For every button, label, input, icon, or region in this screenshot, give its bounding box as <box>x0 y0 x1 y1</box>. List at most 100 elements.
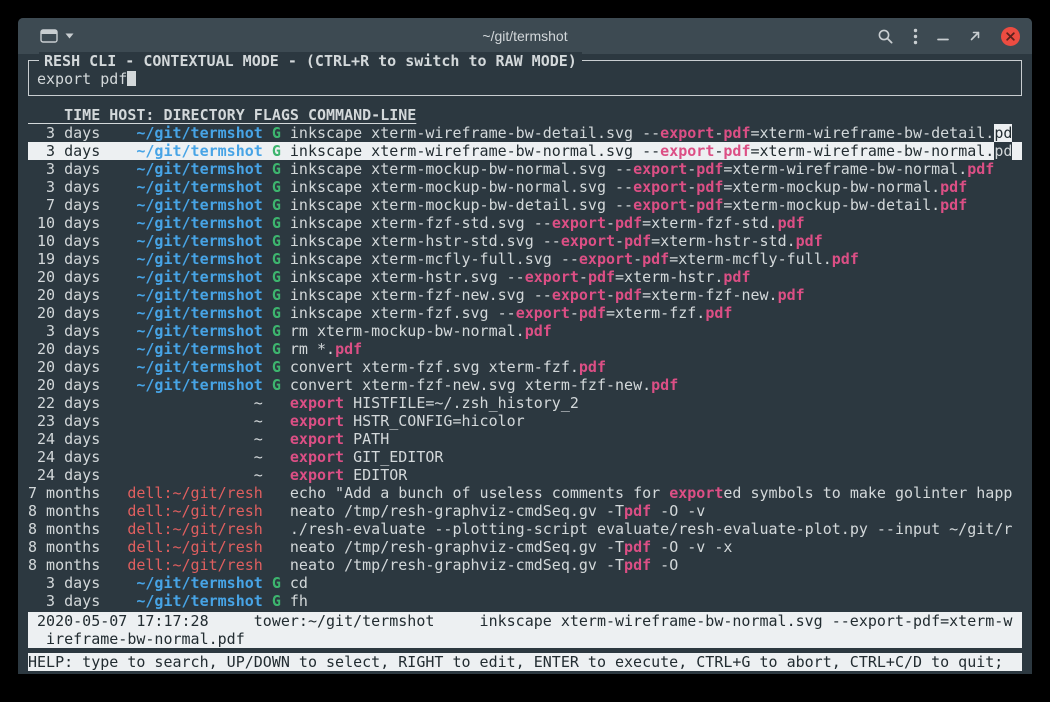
search-button[interactable] <box>877 28 894 45</box>
history-row[interactable]: 3 days ~/git/termshot G cd <box>28 574 1022 592</box>
history-row[interactable]: 7 days ~/git/termshot G inkscape xterm-m… <box>28 196 1022 214</box>
row-directory: ~/git/termshot <box>136 268 262 286</box>
row-time: 19 days <box>28 250 100 268</box>
row-time: 23 days <box>28 412 100 430</box>
row-flags <box>272 448 281 466</box>
row-command: fh <box>290 592 308 610</box>
row-directory: ~/git/termshot <box>136 322 262 340</box>
detail-pane: 2020-05-07 17:17:28 tower:~/git/termshot… <box>28 612 1022 648</box>
history-row[interactable]: 20 days ~/git/termshot G inkscape xterm-… <box>28 268 1022 286</box>
row-directory: ~ <box>254 448 263 466</box>
terminal-tab-icon <box>40 29 58 43</box>
history-row[interactable]: 3 days ~/git/termshot G inkscape xterm-w… <box>28 142 1022 160</box>
row-time: 10 days <box>28 214 100 232</box>
mode-title: RESH CLI - CONTEXTUAL MODE - (CTRL+R to … <box>39 52 582 70</box>
history-row[interactable]: 19 days ~/git/termshot G inkscape xterm-… <box>28 250 1022 268</box>
row-flags <box>272 430 281 448</box>
row-directory: ~/git/termshot <box>136 358 262 376</box>
history-list: 3 days ~/git/termshot G inkscape xterm-w… <box>28 124 1022 610</box>
history-row[interactable]: 3 days ~/git/termshot G inkscape xterm-w… <box>28 124 1022 142</box>
history-row[interactable]: 20 days ~/git/termshot G convert xterm-f… <box>28 358 1022 376</box>
history-row[interactable]: 8 months dell:~/git/resh neato /tmp/resh… <box>28 556 1022 574</box>
row-directory: ~/git/resh <box>173 538 263 556</box>
history-row[interactable]: 22 days ~ export HISTFILE=~/.zsh_history… <box>28 394 1022 412</box>
history-row[interactable]: 3 days ~/git/termshot G inkscape xterm-m… <box>28 178 1022 196</box>
row-flags <box>272 394 281 412</box>
row-directory: ~/git/termshot <box>136 304 262 322</box>
minimize-icon <box>937 30 949 42</box>
terminal-content: RESH CLI - CONTEXTUAL MODE - (CTRL+R to … <box>18 54 1032 674</box>
row-command: ./resh-evaluate --plotting-script evalua… <box>290 520 1012 538</box>
row-command: inkscape xterm-fzf-new.svg --export-pdf=… <box>290 286 805 304</box>
row-time: 3 days <box>28 142 100 160</box>
history-row[interactable]: 20 days ~/git/termshot G inkscape xterm-… <box>28 304 1022 322</box>
row-time: 20 days <box>28 376 100 394</box>
history-row[interactable]: 3 days ~/git/termshot G rm xterm-mockup-… <box>28 322 1022 340</box>
history-row[interactable]: 24 days ~ export GIT_EDITOR <box>28 448 1022 466</box>
row-flags: G <box>272 214 281 232</box>
maximize-button[interactable] <box>968 29 982 43</box>
row-directory: ~/git/resh <box>173 520 263 538</box>
menu-button[interactable] <box>913 28 918 45</box>
row-flags: G <box>272 340 281 358</box>
tab-menu-button[interactable] <box>40 29 58 43</box>
history-row[interactable]: 3 days ~/git/termshot G fh <box>28 592 1022 610</box>
close-button[interactable] <box>1001 27 1020 46</box>
row-time: 20 days <box>28 268 100 286</box>
history-row[interactable]: 20 days ~/git/termshot G convert xterm-f… <box>28 376 1022 394</box>
row-directory: ~/git/resh <box>173 556 263 574</box>
row-directory: ~/git/termshot <box>136 214 262 232</box>
text-cursor <box>127 71 136 86</box>
titlebar: ~/git/termshot <box>18 18 1032 54</box>
minimize-button[interactable] <box>937 30 949 42</box>
row-flags <box>272 466 281 484</box>
row-directory: ~/git/termshot <box>136 142 262 160</box>
row-time: 24 days <box>28 430 100 448</box>
row-time: 20 days <box>28 340 100 358</box>
row-flags <box>272 412 281 430</box>
row-flags: G <box>272 142 281 160</box>
row-time: 8 months <box>28 556 100 574</box>
history-row[interactable]: 20 days ~/git/termshot G inkscape xterm-… <box>28 286 1022 304</box>
row-command: rm xterm-mockup-bw-normal.pdf <box>290 322 552 340</box>
row-command: rm *.pdf <box>290 340 362 358</box>
history-row[interactable]: 20 days ~/git/termshot G rm *.pdf <box>28 340 1022 358</box>
row-time: 3 days <box>28 124 100 142</box>
history-row[interactable]: 23 days ~ export HSTR_CONFIG=hicolor <box>28 412 1022 430</box>
row-command: export GIT_EDITOR <box>290 448 444 466</box>
row-command: inkscape xterm-wireframe-bw-normal.svg -… <box>290 142 1012 160</box>
row-command: inkscape xterm-mockup-bw-normal.svg --ex… <box>290 160 994 178</box>
search-box: RESH CLI - CONTEXTUAL MODE - (CTRL+R to … <box>28 60 1022 96</box>
row-directory: ~/git/termshot <box>136 160 262 178</box>
row-flags: G <box>272 286 281 304</box>
history-row[interactable]: 8 months dell:~/git/resh ./resh-evaluate… <box>28 520 1022 538</box>
row-directory: ~/git/termshot <box>136 178 262 196</box>
search-query-input[interactable]: export pdf <box>37 70 1013 88</box>
row-flags <box>272 520 281 538</box>
row-command: cd <box>290 574 308 592</box>
row-flags: G <box>272 322 281 340</box>
history-row[interactable]: 8 months dell:~/git/resh neato /tmp/resh… <box>28 502 1022 520</box>
table-header: TIME HOST: DIRECTORY FLAGS COMMAND-LINE <box>28 106 1022 124</box>
tab-menu-caret-button[interactable] <box>65 33 74 39</box>
history-row[interactable]: 8 months dell:~/git/resh neato /tmp/resh… <box>28 538 1022 556</box>
row-command: export PATH <box>290 430 389 448</box>
row-command: neato /tmp/resh-graphviz-cmdSeq.gv -Tpdf… <box>290 538 733 556</box>
history-row[interactable]: 7 months dell:~/git/resh echo "Add a bun… <box>28 484 1022 502</box>
row-command: inkscape xterm-mockup-bw-detail.svg --ex… <box>290 196 967 214</box>
history-row[interactable]: 24 days ~ export PATH <box>28 430 1022 448</box>
row-flags: G <box>272 358 281 376</box>
row-host: dell: <box>127 484 172 502</box>
row-time: 3 days <box>28 160 100 178</box>
row-command: neato /tmp/resh-graphviz-cmdSeq.gv -Tpdf… <box>290 556 678 574</box>
history-row[interactable]: 3 days ~/git/termshot G inkscape xterm-m… <box>28 160 1022 178</box>
row-command: inkscape xterm-mcfly-full.svg --export-p… <box>290 250 859 268</box>
row-time: 7 days <box>28 196 100 214</box>
row-flags: G <box>272 592 281 610</box>
history-row[interactable]: 10 days ~/git/termshot G inkscape xterm-… <box>28 214 1022 232</box>
row-time: 3 days <box>28 592 100 610</box>
row-time: 20 days <box>28 286 100 304</box>
history-row[interactable]: 24 days ~ export EDITOR <box>28 466 1022 484</box>
history-row[interactable]: 10 days ~/git/termshot G inkscape xterm-… <box>28 232 1022 250</box>
row-directory: ~/git/termshot <box>136 196 262 214</box>
